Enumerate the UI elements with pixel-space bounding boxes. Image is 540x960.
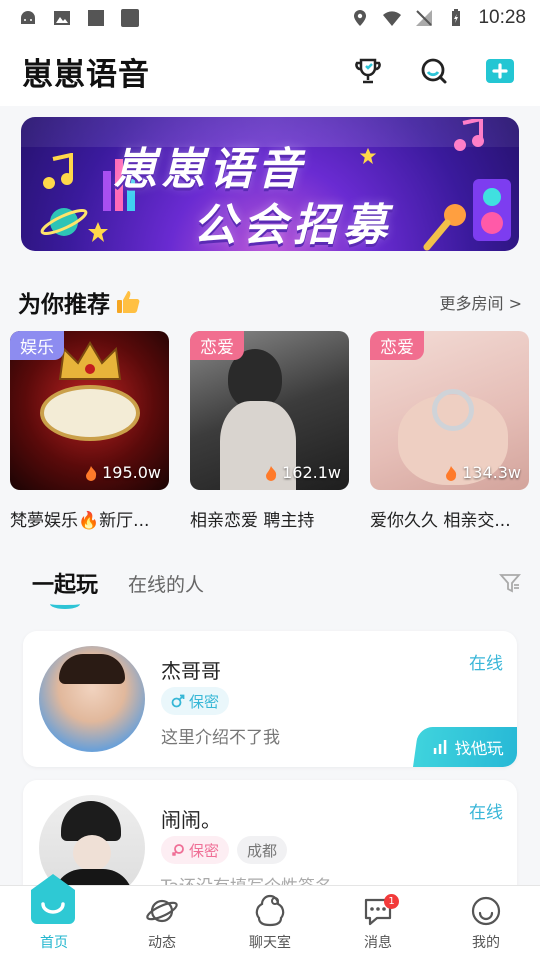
status-bar: 10:28	[0, 0, 540, 36]
room-name: 爱你久久 相亲交...	[370, 511, 511, 531]
room-name: 梵夢娱乐🔥新厅...	[10, 511, 150, 531]
room-cover: 恋爱 134.3w	[370, 331, 529, 490]
music-note-icon	[43, 153, 73, 189]
gender-label: 保密	[189, 692, 220, 711]
room-cover-ring	[432, 389, 474, 431]
more-rooms-link[interactable]: 更多房间 >	[440, 290, 523, 314]
room-cover-plaque	[40, 385, 140, 441]
room-name: 相亲恋爱 聘主持	[190, 511, 315, 531]
room-heat-value: 195.0w	[102, 463, 161, 482]
flame-icon	[266, 465, 277, 481]
nav-label: 消息	[364, 935, 392, 951]
unread-badge: 1	[384, 894, 399, 909]
recommend-title: 为你推荐	[18, 292, 110, 318]
planet-icon	[146, 899, 178, 923]
room-cover: 恋爱 162.1w	[190, 331, 349, 490]
user-name: 杰哥哥	[161, 659, 221, 683]
room-heat: 162.1w	[263, 463, 341, 482]
room-tag: 恋爱	[370, 331, 424, 360]
avatar[interactable]	[39, 646, 145, 752]
user-card[interactable]: 杰哥哥 保密 这里介绍不了我 在线 找他玩	[23, 631, 517, 767]
user-badges: 保密	[161, 687, 230, 715]
banner-title-line1: 崽崽语音	[113, 144, 305, 195]
online-status: 在线	[469, 803, 503, 823]
add-icon	[486, 59, 514, 83]
room-tag: 娱乐	[10, 331, 64, 360]
user-name: 闹闹。	[161, 808, 221, 832]
gender-badge: 保密	[161, 836, 230, 864]
smile-icon	[471, 896, 501, 926]
app-header: 崽崽语音	[0, 36, 540, 106]
city-badge: 成都	[237, 836, 288, 864]
chatroom-icon	[255, 894, 285, 927]
trophy-button[interactable]	[350, 53, 386, 89]
battery-icon	[452, 9, 461, 26]
nav-label: 首页	[40, 935, 68, 951]
online-status: 在线	[469, 654, 503, 674]
android-icon	[21, 11, 35, 24]
location-icon	[354, 10, 367, 26]
gender-badge: 保密	[161, 687, 230, 715]
nav-messages[interactable]: 1 消息	[324, 886, 432, 960]
room-card[interactable]: 娱乐 195.0w 梵夢娱乐🔥新厅...	[10, 331, 169, 531]
nav-feed[interactable]: 动态	[108, 886, 216, 960]
sound-wave-icon	[433, 740, 447, 754]
nav-label: 聊天室	[249, 935, 291, 951]
avatar-face	[73, 835, 111, 871]
square-icon-2	[121, 9, 139, 27]
male-icon	[171, 694, 185, 708]
recommend-section-header: 为你推荐 更多房间 >	[18, 282, 522, 322]
room-card[interactable]: 恋爱 134.3w 爱你久久 相亲交...	[370, 331, 529, 531]
find-him-button[interactable]: 找他玩	[413, 727, 517, 767]
nav-profile[interactable]: 我的	[432, 886, 540, 960]
find-him-label: 找他玩	[453, 739, 505, 758]
nav-home[interactable]: 首页	[0, 874, 108, 960]
clock: 10:28	[478, 7, 526, 28]
room-heat-value: 134.3w	[462, 463, 521, 482]
microphone-icon	[423, 204, 466, 251]
app-title: 崽崽语音	[22, 56, 150, 93]
tab-online-people[interactable]: 在线的人	[128, 570, 204, 597]
create-room-button[interactable]	[482, 53, 518, 89]
thumbs-up-icon	[117, 291, 140, 313]
speaker-deco	[473, 179, 511, 241]
room-card[interactable]: 恋爱 162.1w 相亲恋爱 聘主持	[190, 331, 349, 531]
user-bio: 这里介绍不了我	[161, 728, 280, 748]
star-icon	[88, 222, 108, 242]
trophy-icon	[355, 58, 381, 84]
search-button[interactable]	[416, 53, 452, 89]
bottom-navigation: 首页 动态 聊天室 1 消息 我的	[0, 874, 540, 960]
recommended-rooms: 娱乐 195.0w 梵夢娱乐🔥新厅... 恋爱 162.1w 相亲恋爱 聘主持 …	[10, 331, 540, 531]
home-icon	[31, 874, 75, 924]
room-heat: 134.3w	[443, 463, 521, 482]
no-signal-icon	[416, 10, 433, 26]
flame-icon	[86, 465, 97, 481]
image-icon	[54, 11, 70, 25]
room-tag: 恋爱	[190, 331, 244, 360]
star-icon-2	[359, 147, 377, 165]
room-heat-value: 162.1w	[282, 463, 341, 482]
feed-tabs: 一起玩 在线的人	[32, 558, 522, 609]
female-icon	[171, 844, 184, 857]
tab-play-together[interactable]: 一起玩	[32, 567, 98, 609]
avatar-hair	[59, 654, 125, 684]
wifi-icon	[383, 11, 402, 26]
planet-deco	[40, 208, 88, 236]
nav-label: 我的	[472, 935, 500, 951]
gender-label: 保密	[189, 841, 220, 860]
filter-icon[interactable]	[498, 571, 522, 595]
room-cover: 娱乐 195.0w	[10, 331, 169, 490]
banner-title-line2: 公会招募	[193, 200, 393, 251]
user-badges: 保密 成都	[161, 836, 288, 864]
nav-label: 动态	[148, 935, 176, 951]
square-icon	[88, 10, 104, 26]
crown-icon	[58, 341, 122, 380]
search-icon	[421, 58, 447, 84]
nav-chatroom[interactable]: 聊天室	[216, 886, 324, 960]
music-note-icon-2	[454, 119, 484, 151]
room-heat: 195.0w	[83, 463, 161, 482]
guild-recruit-banner[interactable]: 崽崽语音 公会招募	[21, 117, 519, 251]
flame-icon	[446, 465, 457, 481]
